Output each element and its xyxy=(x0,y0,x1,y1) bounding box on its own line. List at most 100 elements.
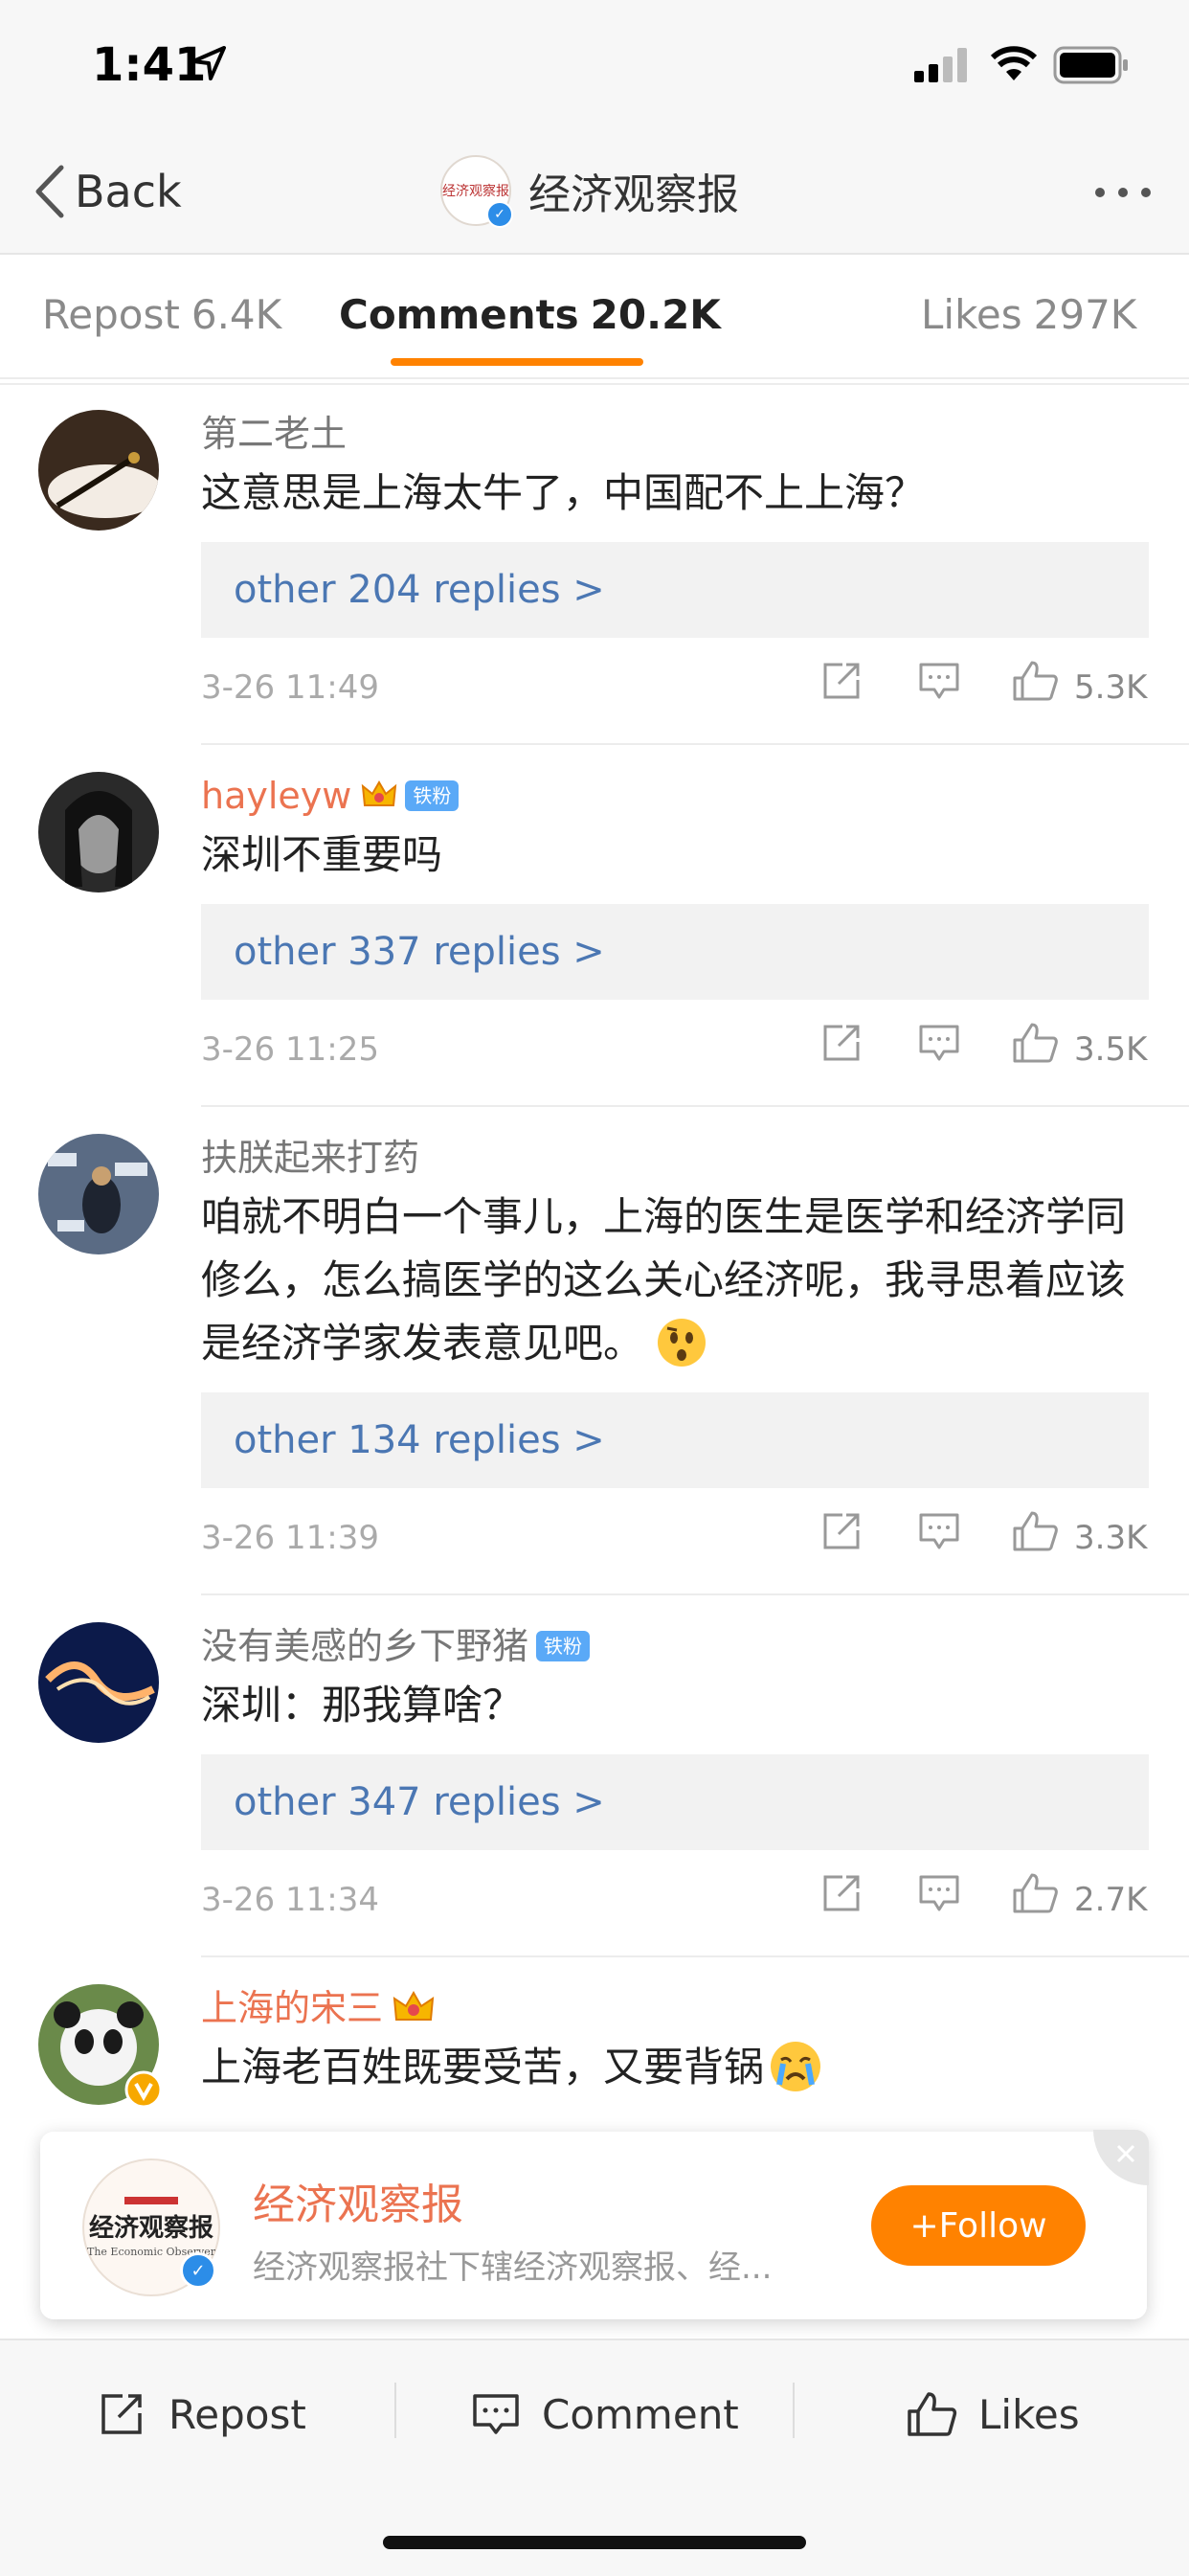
avatar[interactable] xyxy=(38,1622,159,1743)
nav-title: 经济观察报 xyxy=(528,170,739,219)
avatar[interactable] xyxy=(38,410,159,531)
more-options-button[interactable] xyxy=(1095,188,1151,197)
back-button[interactable]: Back xyxy=(33,163,182,220)
location-arrow-icon xyxy=(191,46,226,80)
comment-username[interactable]: 没有美感的乡下野猪 铁粉 xyxy=(201,1622,1149,1670)
comment-icon[interactable] xyxy=(917,659,961,703)
wifi-icon xyxy=(990,46,1038,80)
account-avatar: 经济观察报 ✓ xyxy=(440,155,513,228)
comment-username[interactable]: 上海的宋三 xyxy=(201,1984,1149,2032)
follow-button[interactable]: +Follow xyxy=(871,2185,1086,2266)
repost-label: Repost xyxy=(168,2390,306,2438)
home-indicator xyxy=(383,2536,806,2549)
like-thumb-icon[interactable] xyxy=(1011,1509,1059,1553)
like-count: 5.3K xyxy=(1074,668,1148,707)
like-count: 3.3K xyxy=(1074,1519,1148,1557)
repost-icon[interactable] xyxy=(819,1871,864,1915)
logo-stripe xyxy=(124,2197,178,2204)
comment-icon[interactable] xyxy=(917,1509,961,1553)
more-replies-link[interactable]: other 337 replies > xyxy=(201,904,1149,1000)
tab-count: 297K xyxy=(1033,291,1137,338)
comment-time: 3-26 11:34 xyxy=(201,1881,379,1919)
like-thumb-icon xyxy=(908,2392,957,2436)
likes-button[interactable]: Likes xyxy=(906,2390,1080,2438)
comment-icon[interactable] xyxy=(917,1021,961,1065)
nav-bar: Back 经济观察报 ✓ 经济观察报 xyxy=(0,134,1189,255)
account-description: 经济观察报社下辖经济观察报、经... xyxy=(253,2248,773,2287)
comment-text: 这意思是上海太牛了，中国配不上上海？ xyxy=(201,469,926,516)
more-dot-icon xyxy=(1141,188,1151,197)
battery-icon xyxy=(1053,46,1128,84)
vip-crown-icon xyxy=(393,1990,435,2021)
follow-suggestion-card[interactable]: 经济观察报 The Economic Observer ✓ 经济观察报 经济观察… xyxy=(40,2130,1149,2319)
like-thumb-icon[interactable] xyxy=(1011,1871,1059,1915)
divider xyxy=(0,383,1189,385)
comment-text: 咱就不明白一个事儿，上海的医生是医学和经济学同修么，怎么搞医学的这么关心经济呢，… xyxy=(201,1193,1127,1367)
account-name[interactable]: 经济观察报 xyxy=(253,2170,463,2231)
repost-icon[interactable] xyxy=(819,659,864,703)
divider xyxy=(201,1955,1189,1957)
tab-repost[interactable]: Repost 6.4K xyxy=(42,291,281,338)
repost-button[interactable]: Repost xyxy=(98,2390,306,2438)
tab-label: Comments xyxy=(339,291,579,338)
comment-meta: 3-26 11:49 5.3K xyxy=(201,638,1149,737)
verified-icon: ✓ xyxy=(486,201,513,228)
avatar[interactable] xyxy=(38,772,159,893)
tab-label: Likes xyxy=(921,291,1022,338)
comment-time: 3-26 11:39 xyxy=(201,1519,379,1557)
separator xyxy=(394,2383,396,2438)
comment-username[interactable]: 第二老土 xyxy=(201,410,1149,458)
comment-meta: 3-26 11:25 3.5K xyxy=(201,1000,1149,1099)
vip-crown-icon xyxy=(362,780,397,806)
like-count: 2.7K xyxy=(1074,1881,1148,1919)
comment-time: 3-26 11:25 xyxy=(201,1030,379,1069)
verified-icon: ✓ xyxy=(180,2252,216,2289)
logo-title: 经济观察报 xyxy=(88,2214,213,2243)
repost-icon xyxy=(101,2394,142,2434)
crying-emoji-icon xyxy=(771,2042,821,2091)
cellular-signal-icon xyxy=(914,48,967,82)
status-bar: 1:41 xyxy=(0,0,1189,134)
comment-text: 深圳不重要吗 xyxy=(201,831,443,878)
tab-count: 6.4K xyxy=(191,291,282,338)
more-replies-link[interactable]: other 347 replies > xyxy=(201,1754,1149,1850)
like-thumb-icon[interactable] xyxy=(1011,659,1059,703)
comment-icon xyxy=(473,2394,519,2434)
tab-likes[interactable]: Likes 297K xyxy=(921,291,1136,338)
comment-meta: 3-26 11:34 2.7K xyxy=(201,1850,1149,1950)
back-label: Back xyxy=(75,166,182,217)
more-dot-icon xyxy=(1118,188,1128,197)
tab-count: 20.2K xyxy=(590,291,721,338)
avatar[interactable] xyxy=(38,1134,159,1254)
fan-badge: 铁粉 xyxy=(536,1631,591,1661)
account-avatar[interactable]: 经济观察报 The Economic Observer ✓ xyxy=(82,2158,220,2296)
comment-button[interactable]: Comment xyxy=(471,2390,739,2438)
comment-username[interactable]: hayleyw 铁粉 xyxy=(201,772,1149,820)
comment-text: 深圳：那我算啥？ xyxy=(201,1682,524,1729)
active-tab-indicator xyxy=(391,358,643,366)
nav-account[interactable]: 经济观察报 ✓ 经济观察报 xyxy=(440,155,739,228)
divider xyxy=(201,1105,1189,1107)
like-thumb-icon[interactable] xyxy=(1011,1021,1059,1065)
tab-bar: Repost 6.4K Comments 20.2K Likes 297K xyxy=(0,255,1189,379)
like-count: 3.5K xyxy=(1074,1030,1148,1069)
divider xyxy=(201,1593,1189,1595)
chevron-left-icon xyxy=(35,165,64,218)
repost-icon[interactable] xyxy=(819,1021,864,1065)
more-replies-link[interactable]: other 134 replies > xyxy=(201,1392,1149,1488)
tab-comments[interactable]: Comments 20.2K xyxy=(339,291,721,338)
fan-badge: 铁粉 xyxy=(405,780,460,811)
likes-label: Likes xyxy=(978,2390,1080,2438)
comment-time: 3-26 11:49 xyxy=(201,668,379,707)
comment-username[interactable]: 扶朕起来打药 xyxy=(201,1134,1149,1182)
comment-icon[interactable] xyxy=(917,1871,961,1915)
close-button[interactable] xyxy=(1093,2130,1149,2185)
account-logo-text: 经济观察报 xyxy=(442,184,509,199)
more-dot-icon xyxy=(1095,188,1105,197)
comment-meta: 3-26 11:39 3.3K xyxy=(201,1488,1149,1588)
comment-text: 上海老百姓既要受苦，又要背锅 xyxy=(201,2036,1149,2099)
repost-icon[interactable] xyxy=(819,1509,864,1553)
more-replies-link[interactable]: other 204 replies > xyxy=(201,542,1149,638)
comment-label: Comment xyxy=(542,2390,739,2438)
divider xyxy=(201,743,1189,745)
